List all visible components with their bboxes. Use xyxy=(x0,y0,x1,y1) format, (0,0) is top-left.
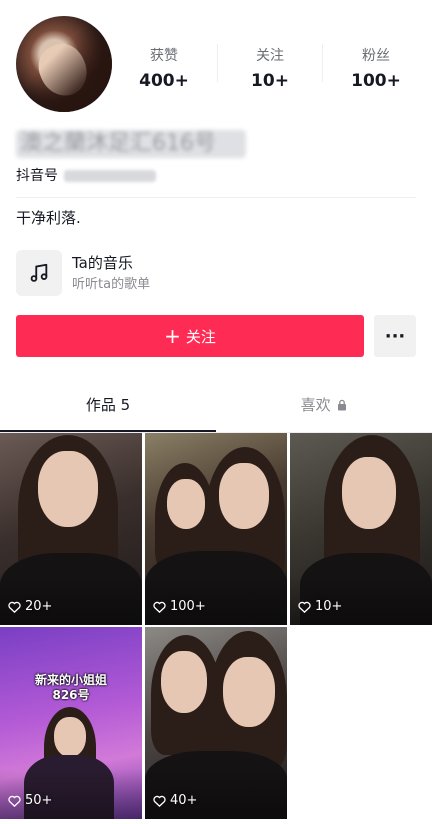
post-likes: 40+ xyxy=(153,793,197,809)
profile-avatar[interactable] xyxy=(16,16,112,112)
post-likes: 10+ xyxy=(298,599,342,615)
post-likes: 20+ xyxy=(8,599,52,615)
more-button[interactable]: ··· xyxy=(374,315,416,357)
tab-active-indicator xyxy=(0,430,216,432)
post-likes-count: 10+ xyxy=(315,599,343,614)
tab-likes[interactable]: 喜欢 xyxy=(216,392,432,432)
stat-likes-value: 400+ xyxy=(139,71,189,91)
tab-likes-label: 喜欢 xyxy=(300,396,331,414)
tab-works[interactable]: 作品 5 xyxy=(0,392,216,432)
post-thumbnail-4[interactable]: 新来的小姐姐 826号 50+ xyxy=(0,627,142,819)
stat-followers-value: 100+ xyxy=(351,71,401,91)
heart-icon xyxy=(298,601,311,613)
lock-icon xyxy=(338,399,347,411)
divider xyxy=(16,197,416,198)
post-thumbnail-1[interactable]: 20+ xyxy=(0,433,142,625)
stat-following-value: 10+ xyxy=(251,71,289,91)
douyin-id-label: 抖音号 xyxy=(16,168,58,184)
music-title[interactable]: Ta的音乐 xyxy=(72,253,133,273)
music-note-icon xyxy=(30,263,48,282)
stat-followers[interactable]: 粉丝 100+ xyxy=(331,46,421,94)
post-thumbnail-2[interactable]: 100+ xyxy=(145,433,287,625)
post-likes: 50+ xyxy=(8,793,52,809)
music-entry[interactable] xyxy=(16,250,62,296)
post-likes-count: 40+ xyxy=(170,793,198,808)
post-likes: 100+ xyxy=(153,599,206,615)
stat-following-label: 关注 xyxy=(256,48,284,64)
avatar-hair xyxy=(16,16,112,112)
heart-icon xyxy=(153,795,166,807)
stat-followers-label: 粉丝 xyxy=(362,48,390,64)
follow-button-label: 关注 xyxy=(185,327,216,346)
heart-icon xyxy=(8,795,21,807)
douyin-id-value: 45723861083 xyxy=(64,170,156,182)
stat-likes[interactable]: 获赞 400+ xyxy=(119,46,209,94)
post-likes-count: 50+ xyxy=(25,793,53,808)
post-likes-count: 20+ xyxy=(25,599,53,614)
more-dots-icon: ··· xyxy=(384,325,406,347)
stat-divider xyxy=(322,44,323,82)
thumbnail-caption-line1: 新来的小姐姐 xyxy=(34,673,107,687)
music-subtitle: 听听ta的歌单 xyxy=(72,277,151,292)
plus-icon: + xyxy=(164,324,181,348)
post-thumbnail-3[interactable]: 10+ xyxy=(290,433,432,625)
douyin-id-row: 抖音号 45723861083 xyxy=(16,166,156,186)
tab-works-label: 作品 5 xyxy=(85,396,131,414)
thumbnail-caption-line2: 826号 xyxy=(52,688,90,702)
stat-likes-label: 获赞 xyxy=(150,48,178,64)
stat-divider xyxy=(217,44,218,82)
post-likes-count: 100+ xyxy=(170,599,206,614)
profile-name: 澳之蘭沐足汇616号 xyxy=(16,130,246,158)
post-thumbnail-5[interactable]: 40+ xyxy=(145,627,287,819)
stat-following[interactable]: 关注 10+ xyxy=(225,46,315,94)
follow-button[interactable]: + 关注 xyxy=(16,315,364,357)
profile-bio: 干净利落. xyxy=(16,209,81,227)
heart-icon xyxy=(8,601,21,613)
heart-icon xyxy=(153,601,166,613)
